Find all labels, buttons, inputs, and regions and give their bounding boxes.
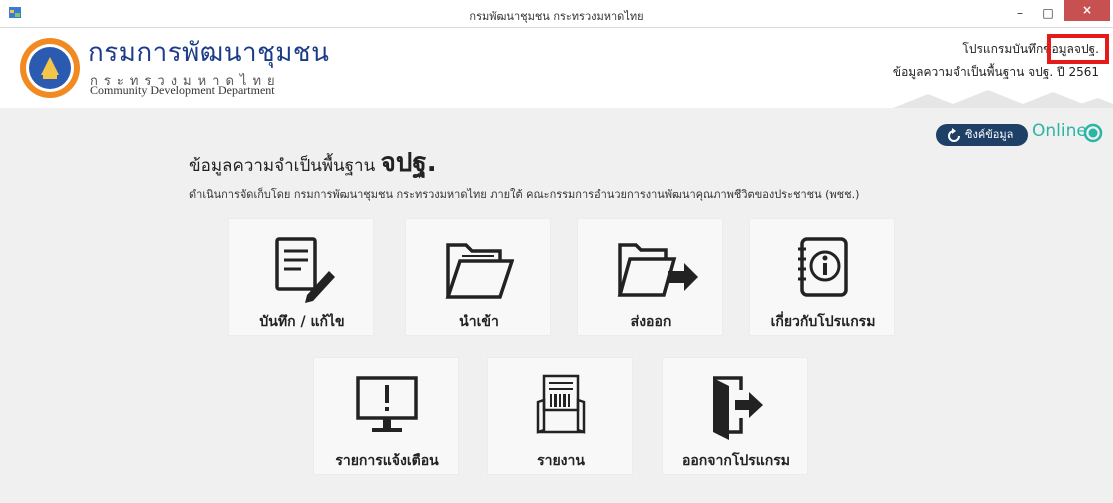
program-subtitle: ข้อมูลความจำเป็นพื้นฐาน จปฐ. ปี 2561 — [892, 65, 1099, 79]
tile-record-edit[interactable]: บันทึก / แก้ไข — [228, 218, 374, 336]
tile-label: บันทึก / แก้ไข — [259, 314, 345, 330]
sync-button[interactable]: ซิงค์ข้อมูล — [936, 124, 1028, 146]
online-indicator-icon — [1083, 123, 1103, 143]
tile-label: รายการแจ้งเตือน — [335, 453, 439, 469]
folder-export-icon — [617, 243, 698, 297]
tile-export[interactable]: ส่งออก — [577, 218, 723, 336]
tile-about[interactable]: เกี่ยวกับโปรแกรม — [749, 218, 895, 336]
edit-document-icon — [275, 237, 335, 303]
page-title-prefix: ข้อมูลความจำเป็นพื้นฐาน — [189, 156, 376, 176]
tile-label: รายงาน — [537, 453, 585, 469]
department-name-th: กรมการพัฒนาชุมชน — [88, 38, 330, 68]
info-notebook-icon — [798, 237, 848, 297]
window-titlebar: กรมพัฒนาชุมชน กระทรวงมหาดไทย – □ × — [0, 0, 1113, 28]
online-status: Online — [1032, 121, 1087, 141]
minimize-button[interactable]: – — [1006, 0, 1034, 26]
sync-label: ซิงค์ข้อมูล — [965, 128, 1014, 141]
tile-reports[interactable]: รายงาน — [487, 357, 633, 475]
folder-open-icon — [445, 243, 514, 299]
tile-exit[interactable]: ออกจากโปรแกรม — [662, 357, 808, 475]
exit-door-icon — [713, 376, 763, 440]
app-header: กรมการพัฒนาชุมชน กระทรวงมหาดไทย Communit… — [0, 28, 1113, 108]
refresh-icon — [948, 128, 960, 142]
tile-label: ส่งออก — [630, 314, 672, 330]
page-title: ข้อมูลความจำเป็นพื้นฐาน จปฐ. — [189, 142, 437, 183]
tile-label: เกี่ยวกับโปรแกรม — [770, 314, 876, 330]
window-title: กรมพัฒนาชุมชน กระทรวงมหาดไทย — [469, 10, 644, 23]
department-name-en: Community Development Department — [90, 83, 275, 97]
tile-label: นำเข้า — [459, 314, 499, 330]
close-button[interactable]: × — [1064, 0, 1110, 21]
maximize-button[interactable]: □ — [1034, 0, 1062, 26]
tile-import[interactable]: นำเข้า — [405, 218, 551, 336]
report-print-icon — [536, 374, 586, 434]
page-title-bold: จปฐ. — [380, 148, 437, 178]
monitor-alert-icon — [356, 376, 418, 432]
department-logo — [20, 38, 80, 98]
tile-label: ออกจากโปรแกรม — [681, 453, 790, 469]
page-subtitle: ดำเนินการจัดเก็บโดย กรมการพัฒนาชุมชน กระ… — [189, 188, 860, 201]
highlight-box — [1047, 34, 1109, 64]
roof-decoration — [893, 90, 1113, 108]
tile-notifications[interactable]: รายการแจ้งเตือน — [313, 357, 459, 475]
